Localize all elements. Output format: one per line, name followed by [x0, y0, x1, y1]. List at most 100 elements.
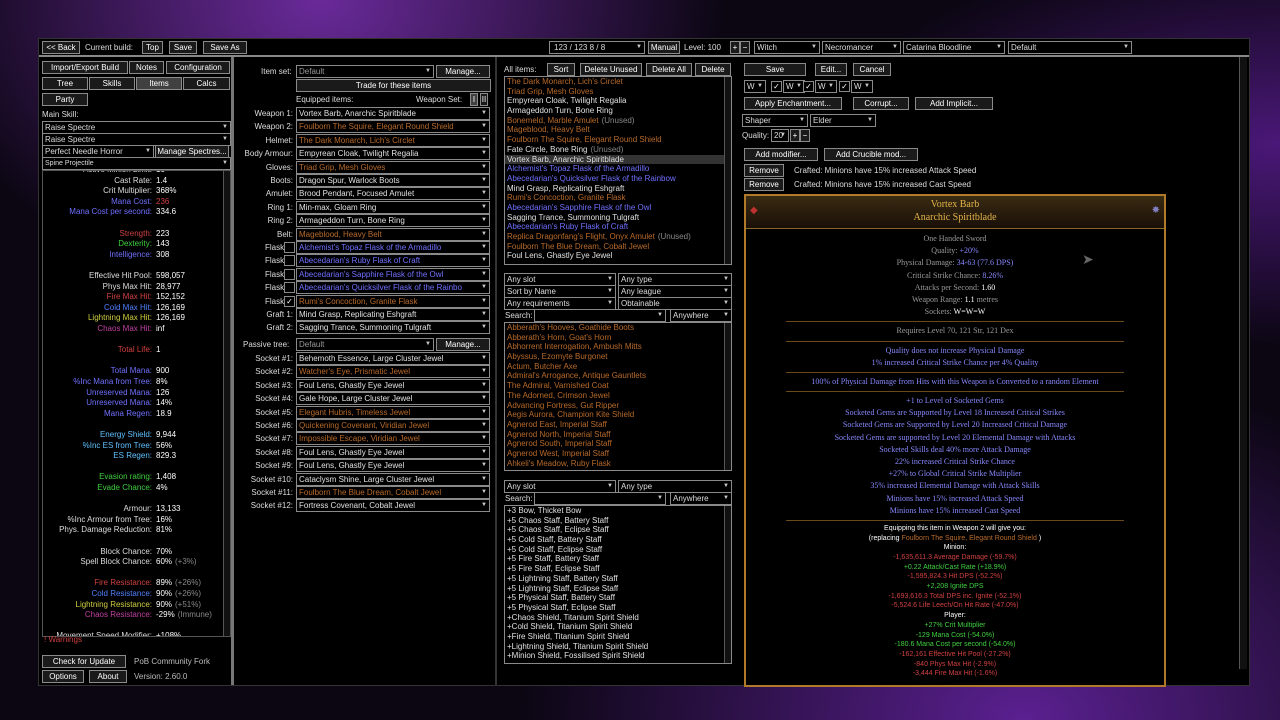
add-implicit-button[interactable]: Add Implicit...	[915, 97, 993, 110]
tab-items[interactable]: Items	[136, 77, 182, 90]
slot-item-select[interactable]: Foul Lens, Ghastly Eye Jewel	[296, 459, 490, 473]
crafted-db-row[interactable]: +5 Physical Staff, Eclipse Staff	[505, 603, 731, 613]
unique-db-row[interactable]: Abberath's Horn, Goat's Horn	[505, 333, 731, 343]
passive-tree-manage-button[interactable]: Manage...	[436, 338, 490, 351]
notes-button[interactable]: Notes	[129, 61, 164, 74]
slot-item-select[interactable]: Vortex Barb, Anarchic Spiritblade	[296, 107, 490, 120]
influence-2-select[interactable]: Elder	[810, 114, 876, 127]
all-items-row[interactable]: Armageddon Turn, Bone Ring	[505, 106, 731, 116]
options-button[interactable]: Options	[42, 670, 84, 683]
unique-db-row[interactable]: Abberath's Hooves, Goathide Boots	[505, 323, 731, 333]
unique-db-row[interactable]: Agnerod South, Imperial Staff	[505, 439, 731, 449]
crafted-db-row[interactable]: +5 Fire Staff, Eclipse Staff	[505, 564, 731, 574]
all-items-row[interactable]: Alchemist's Topaz Flask of the Armadillo	[505, 164, 731, 174]
all-items-row[interactable]: Empyrean Cloak, Twilight Regalia	[505, 96, 731, 106]
unique-search-input[interactable]	[534, 309, 666, 322]
slot-item-select[interactable]: Mageblood, Heavy Belt	[296, 227, 490, 241]
all-items-row[interactable]: Sagging Trance, Summoning Tulgraft	[505, 213, 731, 223]
crafted-db-row[interactable]: +Fire Shield, Titanium Spirit Shield	[505, 632, 731, 642]
all-items-row[interactable]: Foul Lens, Ghastly Eye Jewel	[505, 251, 731, 261]
quality-plus-button[interactable]: +	[790, 129, 800, 142]
all-items-row[interactable]: Fate Circle, Bone Ring (Unused)	[505, 145, 731, 155]
tab-party[interactable]: Party	[42, 93, 88, 106]
all-items-row[interactable]: Triad Grip, Mesh Gloves	[505, 87, 731, 97]
delete-all-button[interactable]: Delete All	[646, 63, 692, 76]
quality-input[interactable]: 20	[771, 129, 789, 142]
remove-crafted-2-button[interactable]: Remove	[744, 178, 784, 191]
socket-link-checkbox[interactable]: ✓	[803, 81, 814, 92]
slot-item-select[interactable]: Foul Lens, Ghastly Eye Jewel	[296, 445, 490, 459]
unique-db-row[interactable]: The Adorned, Crimson Jewel	[505, 391, 731, 401]
unique-db-row[interactable]: Abhorrent Interrogation, Ambush Mitts	[505, 342, 731, 352]
sort-button[interactable]: Sort	[547, 63, 575, 76]
build-name-field[interactable]: Top	[142, 41, 163, 54]
weapon-set-1-button[interactable]: I	[470, 93, 478, 106]
unique-db-row[interactable]: Agnerod North, Imperial Staff	[505, 430, 731, 440]
flask-toggle-checkbox[interactable]: ✓	[284, 295, 295, 307]
passive-points-display[interactable]: 123 / 123 8 / 8	[549, 41, 645, 54]
flask-toggle-checkbox[interactable]	[284, 268, 295, 280]
warnings-label[interactable]: ! Warnings	[44, 635, 82, 644]
class-select[interactable]: Witch	[754, 41, 820, 54]
crafted-db-list[interactable]: +3 Bow, Thicket Bow +5 Chaos Staff, Batte…	[504, 505, 732, 664]
all-items-row[interactable]: Abecedarian's Ruby Flask of Craft	[505, 222, 731, 232]
slot-item-select[interactable]: Min-max, Gloam Ring	[296, 200, 490, 214]
socket-link-checkbox[interactable]: ✓	[771, 81, 782, 92]
about-button[interactable]: About	[89, 670, 127, 683]
crafted-db-row[interactable]: +5 Lightning Staff, Eclipse Staff	[505, 584, 731, 594]
weapon-set-2-button[interactable]: II	[480, 93, 488, 106]
all-items-row[interactable]: Foulborn The Blue Dream, Cobalt Jewel	[505, 242, 731, 252]
crafted-db-row[interactable]: +Minion Shield, Fossilised Spirit Shield	[505, 651, 731, 661]
unique-db-row[interactable]: Agnerod West, Imperial Staff	[505, 449, 731, 459]
unique-db-row[interactable]: Admiral's Arrogance, Antique Gauntlets	[505, 371, 731, 381]
flask-toggle-checkbox[interactable]	[284, 282, 295, 294]
editor-cancel-button[interactable]: Cancel	[853, 63, 891, 76]
crafted-db-row[interactable]: +5 Lightning Staff, Battery Staff	[505, 574, 731, 584]
crafted-db-row[interactable]: +3 Bow, Thicket Bow	[505, 506, 731, 516]
editor-save-button[interactable]: Save	[744, 63, 806, 76]
add-modifier-button[interactable]: Add modifier...	[744, 148, 818, 161]
all-items-row[interactable]: Mageblood, Heavy Belt	[505, 125, 731, 135]
slot-item-select[interactable]: Triad Grip, Mesh Gloves	[296, 160, 490, 174]
crafted-db-row[interactable]: +5 Cold Staff, Eclipse Staff	[505, 545, 731, 555]
save-button[interactable]: Save	[169, 41, 197, 54]
flask-toggle-checkbox[interactable]	[284, 242, 295, 253]
slot-item-select[interactable]: Elegant Hubris, Timeless Jewel	[296, 405, 490, 419]
config-set-select[interactable]: Default	[1008, 41, 1132, 54]
add-crucible-button[interactable]: Add Crucible mod...	[824, 148, 918, 161]
all-items-scrollbar[interactable]	[724, 77, 731, 264]
slot-item-select[interactable]: Armageddon Turn, Bone Ring	[296, 214, 490, 228]
crafted-db-row[interactable]: +Cold Shield, Titanium Spirit Shield	[505, 622, 731, 632]
apply-enchantment-button[interactable]: Apply Enchantment...	[744, 97, 842, 110]
bloodline-select[interactable]: Catarina Bloodline	[903, 41, 1005, 54]
rare-search-input[interactable]	[534, 492, 666, 505]
slot-item-select[interactable]: Behemoth Essence, Large Cluster Jewel	[296, 352, 490, 365]
all-items-list[interactable]: The Dark Monarch, Lich's Circlet Triad Gr…	[504, 76, 732, 265]
all-items-row[interactable]: Replica Dragonfang's Flight, Onyx Amulet…	[505, 232, 731, 242]
delete-unused-button[interactable]: Delete Unused	[580, 63, 642, 76]
crafted-db-row[interactable]: +5 Chaos Staff, Battery Staff	[505, 516, 731, 526]
quality-minus-button[interactable]: −	[800, 129, 810, 142]
corrupt-button[interactable]: Corrupt...	[853, 97, 909, 110]
skill-part2-select[interactable]: Spine Projectile	[42, 157, 231, 170]
save-as-button[interactable]: Save As	[203, 41, 247, 54]
editor-scrollbar[interactable]	[1239, 57, 1247, 669]
unique-db-list[interactable]: Abberath's Hooves, Goathide Boots Abberat…	[504, 322, 732, 471]
slot-item-select[interactable]: Abecedarian's Quicksilver Flask of the R…	[296, 281, 490, 295]
all-items-row[interactable]: Foulborn The Squire, Elegant Round Shiel…	[505, 135, 731, 145]
slot-item-select[interactable]: Gale Hope, Large Cluster Jewel	[296, 392, 490, 406]
back-button[interactable]: << Back	[42, 41, 80, 54]
check-update-button[interactable]: Check for Update	[42, 655, 126, 668]
slot-item-select[interactable]: Foulborn The Squire, Elegant Round Shiel…	[296, 120, 490, 134]
item-set-manage-button[interactable]: Manage...	[436, 65, 490, 78]
socket-color-select[interactable]: W	[815, 80, 837, 93]
slot-item-select[interactable]: Abecedarian's Sapphire Flask of the Owl	[296, 267, 490, 281]
level-plus-button[interactable]: +	[730, 41, 740, 54]
slot-item-select[interactable]: Abecedarian's Ruby Flask of Craft	[296, 254, 490, 268]
trade-button[interactable]: Trade for these items	[296, 79, 491, 92]
unique-db-row[interactable]: Ahkeli's Meadow, Ruby Flask	[505, 459, 731, 469]
slot-item-select[interactable]: Cataclysm Shine, Large Cluster Jewel	[296, 472, 490, 486]
slot-item-select[interactable]: Quickening Covenant, Viridian Jewel	[296, 419, 490, 432]
slot-item-select[interactable]: Sagging Trance, Summoning Tulgraft	[296, 321, 490, 335]
crafted-db-row[interactable]: +Chaos Shield, Titanium Spirit Shield	[505, 613, 731, 623]
